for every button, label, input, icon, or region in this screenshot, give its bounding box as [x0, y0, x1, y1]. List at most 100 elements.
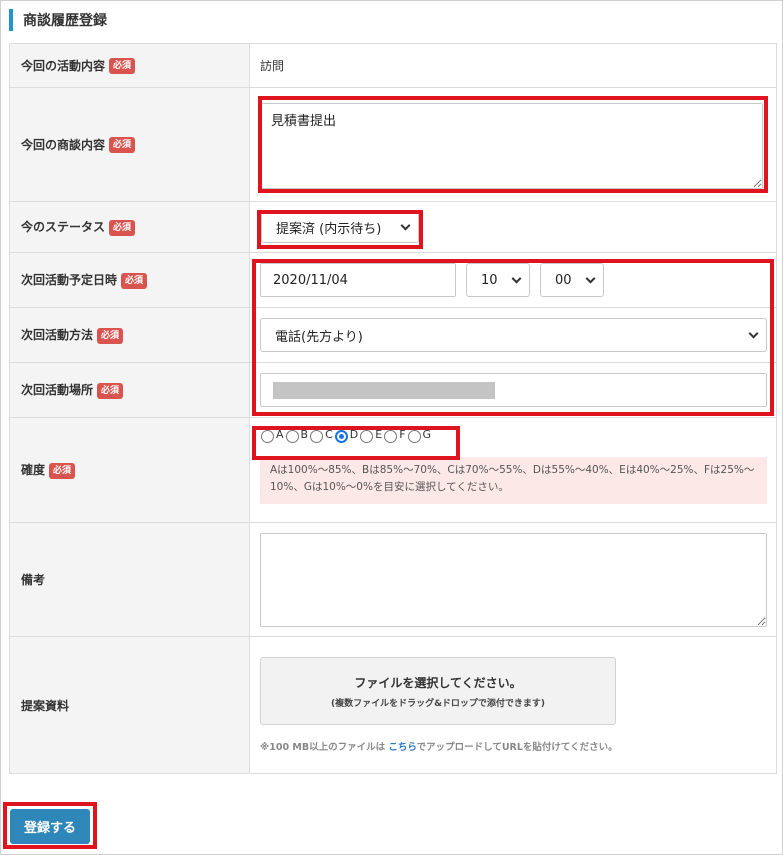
radio-unchecked-icon[interactable] — [285, 430, 299, 443]
value-cell: A B C D E F G Aは100%～85%、Bは85%～70%、Cは70%～55%、D… — [249, 417, 777, 523]
row-remarks: 備考 — [9, 522, 777, 637]
row-activity: 今回の活動内容 必須 訪問 — [9, 43, 777, 88]
label-cell: 今回の商談内容 必須 — [9, 87, 250, 202]
certainty-radio-c[interactable]: C — [309, 428, 334, 443]
place-input[interactable] — [260, 373, 767, 407]
remarks-label: 備考 — [21, 573, 46, 587]
value-cell: 訪問 — [249, 43, 777, 88]
date-input[interactable]: 2020/11/04 — [260, 263, 456, 297]
status-select-value: 提案済 (内示待ち) — [276, 221, 382, 237]
row-next-method: 次回活動方法 必須 電話(先方より) — [9, 307, 777, 363]
row-materials: 提案資料 ファイルを選択してください。 (複数ファイルをドラッグ&ドロップで添付… — [9, 636, 777, 774]
certainty-radio-d[interactable]: D — [334, 428, 359, 443]
label-cell: 今回の活動内容 必須 — [9, 43, 250, 88]
chevron-down-icon — [748, 328, 759, 339]
row-next-datetime: 次回活動予定日時 必須 2020/11/04 10 00 — [9, 252, 777, 308]
radio-label: F — [399, 428, 406, 441]
certainty-radio-b[interactable]: B — [285, 428, 310, 443]
remarks-textarea[interactable] — [260, 532, 767, 627]
radio-unchecked-icon[interactable] — [384, 430, 398, 443]
chevron-down-icon — [585, 273, 596, 284]
next-place-label: 次回活動場所 — [21, 383, 94, 398]
label-cell: 確度 必須 — [9, 417, 250, 523]
required-badge: 必須 — [109, 137, 136, 154]
upload-note: ※100 MB以上のファイルは こちらでアップロードしてURLを貼付けてください… — [260, 739, 766, 753]
upload-sub-text: (複数ファイルをドラッグ&ドロップで添付できます) — [330, 698, 546, 709]
status-select[interactable]: 提案済 (内示待ち) — [261, 211, 419, 243]
certainty-radio-g[interactable]: G — [407, 428, 433, 443]
business-label: 今回の商談内容 — [21, 137, 106, 152]
notice-line: 10%、Gは10%～0%を目安に選択してください。 — [270, 481, 509, 493]
radio-label: E — [375, 428, 383, 441]
row-status: 今のステータス 必須 提案済 (内示待ち) — [9, 201, 777, 253]
label-cell: 次回活動予定日時 必須 — [9, 252, 250, 308]
row-business: 今回の商談内容 必須 見積書提出 — [9, 87, 777, 202]
radio-label: B — [300, 428, 309, 441]
label-cell: 備考 — [9, 522, 250, 637]
next-datetime-label: 次回活動予定日時 — [21, 273, 118, 288]
hour-select[interactable]: 10 — [466, 263, 530, 297]
activity-value: 訪問 — [260, 59, 285, 73]
label-cell: 今のステータス 必須 — [9, 201, 250, 253]
required-badge: 必須 — [109, 219, 136, 236]
notice-line: Aは100%～85%、Bは85%～70%、Cは70%～55%、Dは55%～40%… — [270, 464, 755, 476]
required-badge: 必須 — [121, 272, 148, 289]
radio-unchecked-icon[interactable] — [360, 430, 374, 443]
certainty-label: 確度 — [21, 463, 46, 478]
required-badge: 必須 — [49, 462, 76, 479]
radio-label: C — [325, 428, 333, 441]
section-header: 商談履歴登録 — [9, 8, 107, 32]
radio-unchecked-icon[interactable] — [407, 430, 421, 443]
activity-label: 今回の活動内容 — [21, 58, 106, 73]
status-label: 今のステータス — [21, 220, 106, 235]
value-cell: 見積書提出 — [249, 87, 777, 202]
radio-label: G — [422, 428, 432, 441]
upload-link[interactable]: こちら — [388, 742, 416, 753]
upload-note-after: でアップロードしてURLを貼付けてください。 — [416, 742, 618, 753]
header-accent-bar — [9, 9, 13, 31]
value-cell: 2020/11/04 10 00 — [249, 252, 777, 308]
certainty-radio-f[interactable]: F — [383, 428, 406, 443]
value-cell: 電話(先方より) — [249, 307, 777, 363]
label-cell: 提案資料 — [9, 636, 250, 774]
minute-select[interactable]: 00 — [540, 263, 604, 297]
value-cell — [249, 362, 777, 418]
radio-unchecked-icon[interactable] — [310, 430, 324, 443]
radio-checked-icon[interactable] — [334, 430, 348, 443]
value-cell — [249, 522, 777, 637]
chevron-down-icon — [511, 273, 522, 284]
certainty-radio-a[interactable]: A — [260, 428, 285, 443]
radio-label: D — [349, 428, 359, 441]
upload-note-before: ※100 MB以上のファイルは — [260, 742, 389, 753]
chevron-down-icon — [400, 220, 411, 231]
certainty-radio-group: A B C D E F G — [260, 428, 766, 443]
certainty-radio-e[interactable]: E — [359, 428, 383, 443]
required-badge: 必須 — [97, 382, 124, 399]
label-cell: 次回活動場所 必須 — [9, 362, 250, 418]
form-panel: 商談履歴登録 今回の活動内容 必須 訪問 今回の商談内容 必須 見積書提出 今のステ… — [0, 0, 783, 855]
materials-label: 提案資料 — [21, 698, 70, 713]
value-cell: ファイルを選択してください。 (複数ファイルをドラッグ&ドロップで添付できます)… — [249, 636, 777, 774]
datetime-group: 2020/11/04 10 00 — [260, 263, 766, 297]
value-cell: 提案済 (内示待ち) — [249, 201, 777, 253]
upload-main-text: ファイルを選択してください。 — [354, 675, 522, 690]
hour-value: 10 — [481, 272, 498, 288]
radio-label: A — [276, 428, 284, 441]
required-badge: 必須 — [109, 58, 136, 75]
method-select[interactable]: 電話(先方より) — [260, 318, 767, 352]
method-select-value: 電話(先方より) — [275, 329, 363, 345]
row-next-place: 次回活動場所 必須 — [9, 362, 777, 418]
certainty-notice: Aは100%～85%、Bは85%～70%、Cは70%～55%、Dは55%～40%… — [260, 457, 767, 504]
file-upload-dropzone[interactable]: ファイルを選択してください。 (複数ファイルをドラッグ&ドロップで添付できます) — [260, 657, 616, 725]
page-title: 商談履歴登録 — [23, 13, 107, 29]
submit-button[interactable]: 登録する — [10, 809, 90, 844]
business-textarea[interactable]: 見積書提出 — [260, 103, 763, 189]
label-cell: 次回活動方法 必須 — [9, 307, 250, 363]
redacted-text — [273, 381, 495, 399]
form-table: 今回の活動内容 必須 訪問 今回の商談内容 必須 見積書提出 今のステータス 必須 提… — [9, 43, 777, 774]
minute-value: 00 — [555, 272, 572, 288]
next-method-label: 次回活動方法 — [21, 328, 94, 343]
row-certainty: 確度 必須 A B C D E F G Aは100%～85%、Bは85%～70%、Cは70%～… — [9, 417, 777, 523]
radio-unchecked-icon[interactable] — [261, 430, 274, 443]
required-badge: 必須 — [97, 327, 124, 344]
